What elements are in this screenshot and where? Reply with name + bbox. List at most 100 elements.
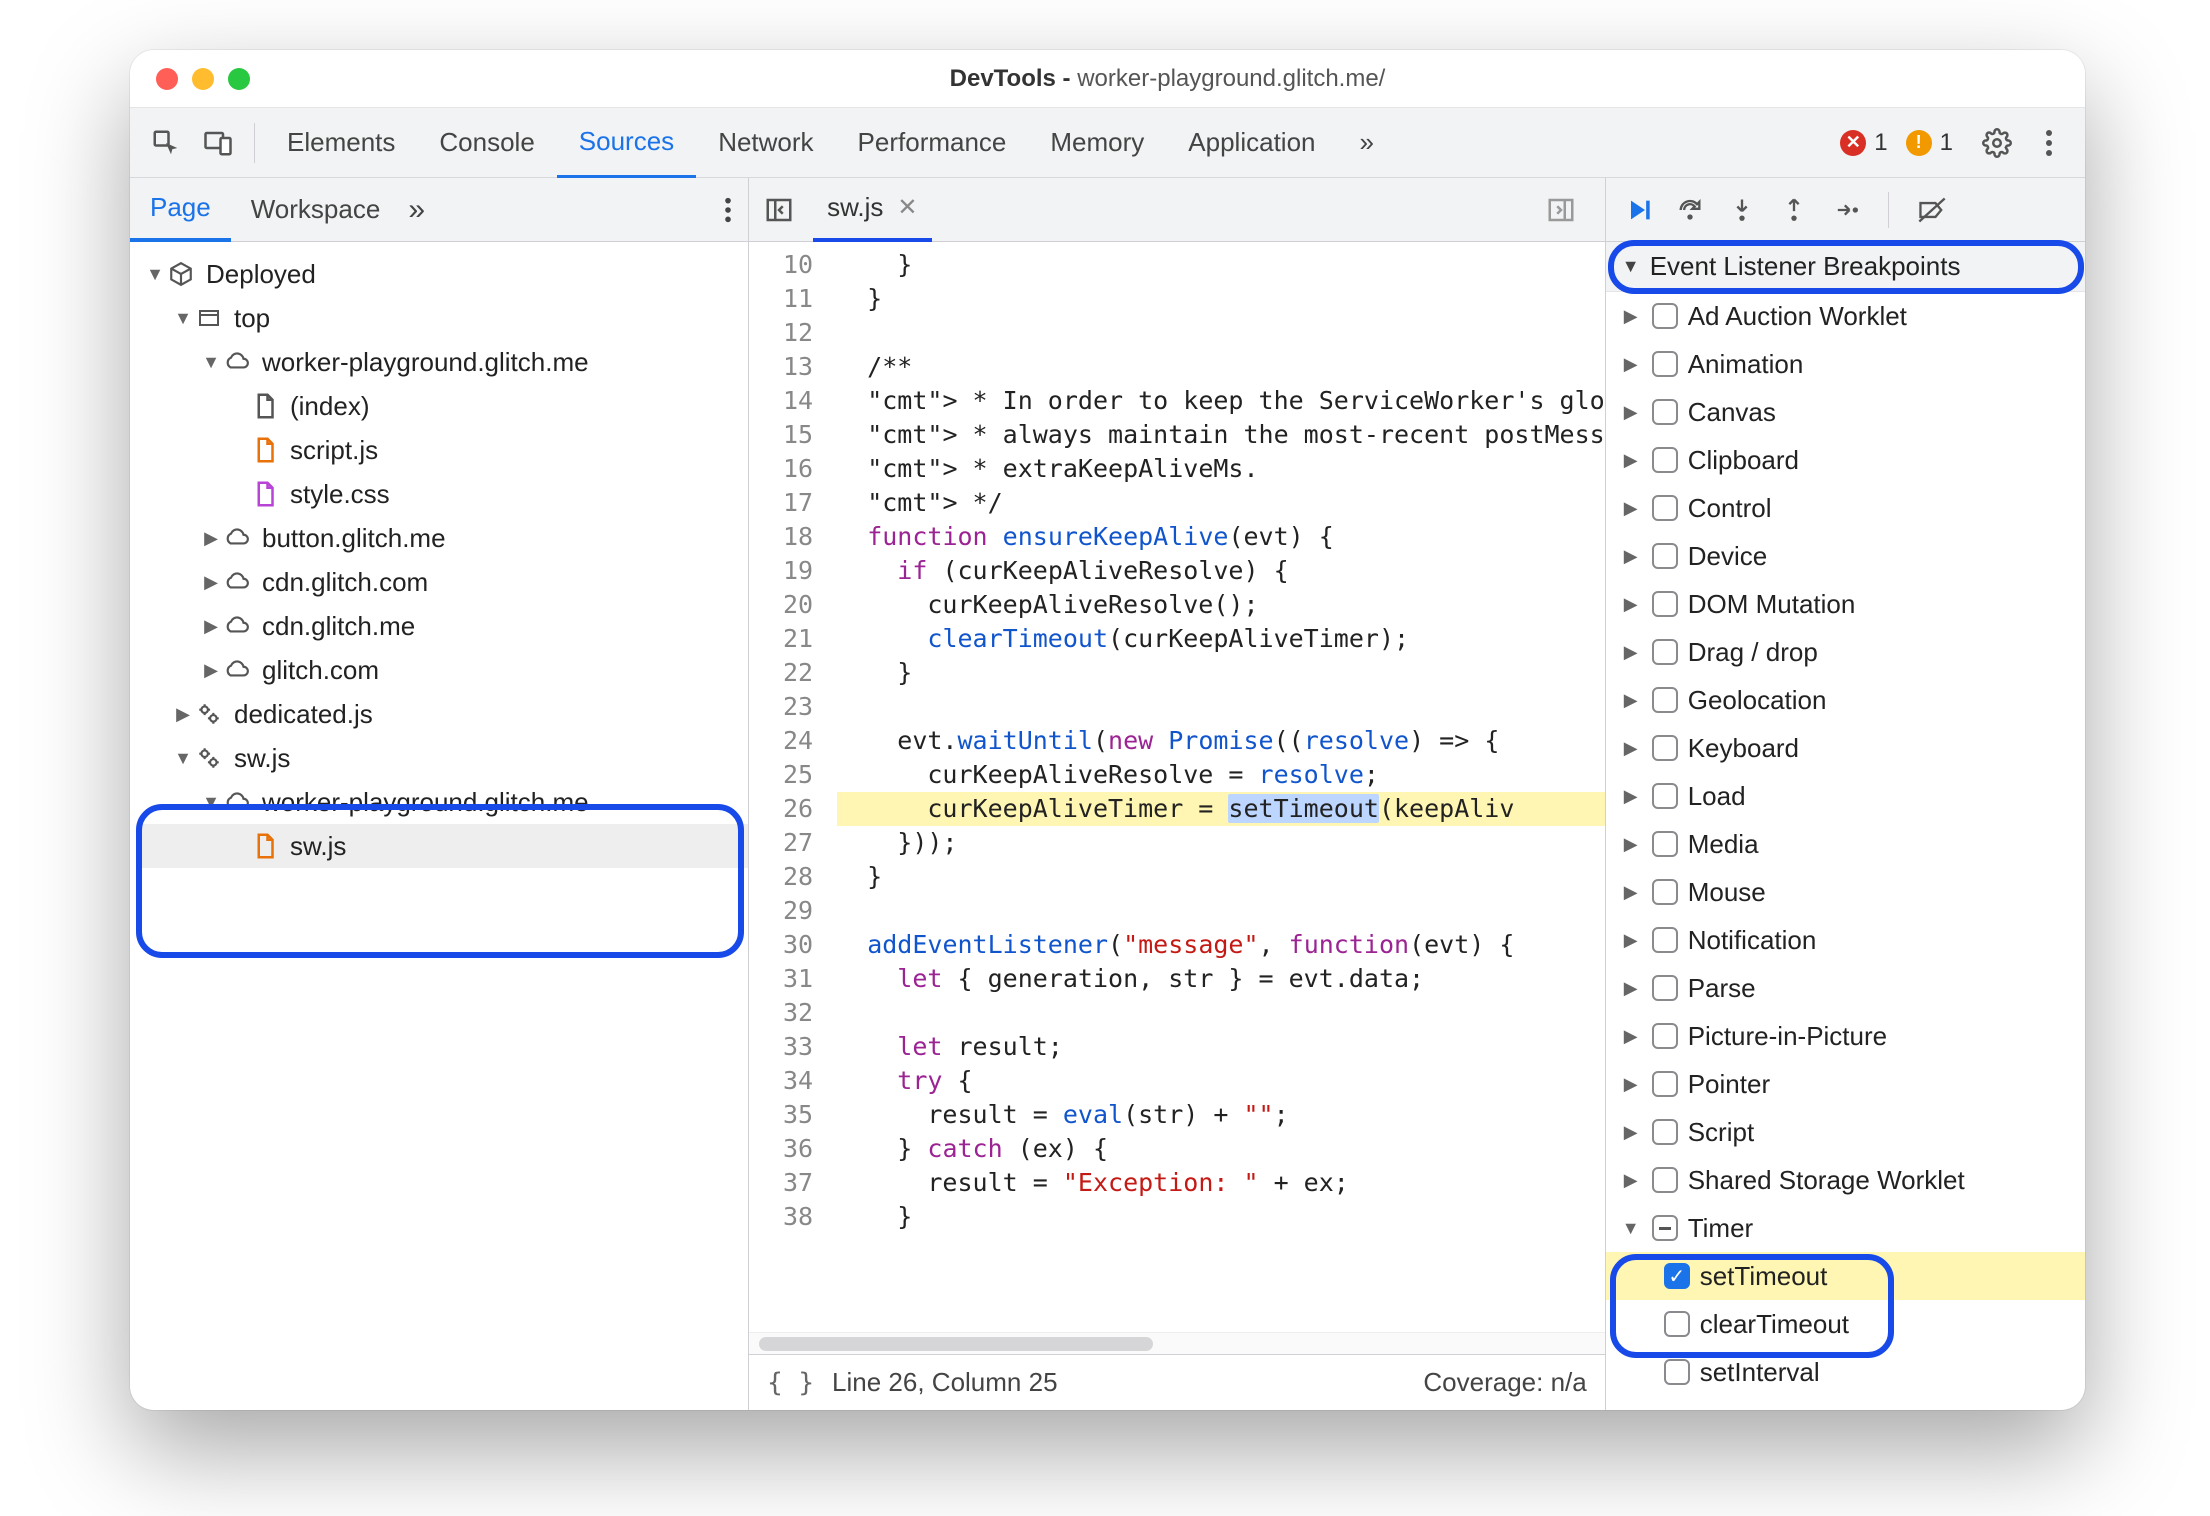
code-content[interactable]: } } /** "cmt"> * In order to keep the Se…	[827, 242, 1605, 1332]
navigator-menu-icon[interactable]	[724, 196, 732, 224]
cloud-icon	[222, 347, 252, 377]
code-editor[interactable]: 1011121314151617181920212223242526272829…	[749, 242, 1605, 1332]
tree-sw-host[interactable]: ▼worker-playground.glitch.me	[138, 780, 748, 824]
main-toolbar: Elements Console Sources Network Perform…	[130, 108, 2085, 178]
js-file-icon	[250, 831, 280, 861]
bp-category[interactable]: ▶Mouse	[1606, 868, 2085, 916]
line-gutter: 1011121314151617181920212223242526272829…	[749, 242, 827, 1332]
bp-category[interactable]: ▶Canvas	[1606, 388, 2085, 436]
js-file-icon	[250, 435, 280, 465]
tab-sources[interactable]: Sources	[557, 109, 696, 179]
bp-category[interactable]: ▶Shared Storage Worklet	[1606, 1156, 2085, 1204]
bp-category[interactable]: ▶Ad Auction Worklet	[1606, 292, 2085, 340]
editor-pane: sw.js✕ 101112131415161718192021222324252…	[749, 178, 1606, 1410]
bp-category[interactable]: ▶Keyboard	[1606, 724, 2085, 772]
cloud-icon	[222, 655, 252, 685]
bp-category[interactable]: ▶Media	[1606, 820, 2085, 868]
subtab-page[interactable]: Page	[130, 178, 231, 242]
pretty-print-icon[interactable]: { }	[767, 1368, 814, 1398]
file-tabs: sw.js✕	[749, 178, 1605, 242]
debugger-pane: ▼Event Listener Breakpoints ▶Ad Auction …	[1606, 178, 2085, 1410]
tab-console[interactable]: Console	[417, 108, 556, 178]
event-listener-breakpoints-header[interactable]: ▼Event Listener Breakpoints	[1606, 242, 2085, 292]
close-tab-icon[interactable]: ✕	[897, 193, 917, 222]
bp-category[interactable]: ▶Parse	[1606, 964, 2085, 1012]
tab-network[interactable]: Network	[696, 108, 835, 178]
devtools-window: DevTools - worker-playground.glitch.me/ …	[130, 50, 2085, 1410]
inspect-element-icon[interactable]	[144, 121, 188, 165]
step-icon[interactable]	[1832, 196, 1860, 224]
bp-category[interactable]: ▶Control	[1606, 484, 2085, 532]
tree-button-glitch[interactable]: ▶button.glitch.me	[138, 516, 748, 560]
tabs-overflow[interactable]: »	[1338, 108, 1396, 178]
gears-icon	[194, 743, 224, 773]
bp-category[interactable]: ▶Device	[1606, 532, 2085, 580]
minimize-window-icon[interactable]	[192, 68, 214, 90]
subtabs-overflow[interactable]: »	[408, 193, 425, 227]
step-into-icon[interactable]	[1728, 196, 1756, 224]
device-toolbar-icon[interactable]	[196, 121, 240, 165]
navigator-pane: Page Workspace » ▼Deployed ▼top ▼worker-…	[130, 178, 749, 1410]
tree-dedicated[interactable]: ▶dedicated.js	[138, 692, 748, 736]
tree-cdn-me[interactable]: ▶cdn.glitch.me	[138, 604, 748, 648]
warning-badge[interactable]: !1	[1906, 129, 1953, 157]
error-badge[interactable]: ✕1	[1840, 129, 1887, 157]
navigator-tabs: Page Workspace »	[130, 178, 748, 242]
close-window-icon[interactable]	[156, 68, 178, 90]
title-host: worker-playground.glitch.me/	[1077, 65, 1385, 92]
tab-performance[interactable]: Performance	[836, 108, 1029, 178]
bp-category[interactable]: ▶Drag / drop	[1606, 628, 2085, 676]
bp-category[interactable]: ▶Picture-in-Picture	[1606, 1012, 2085, 1060]
window-controls	[130, 68, 250, 90]
tree-index[interactable]: (index)	[138, 384, 748, 428]
tree-deployed[interactable]: ▼Deployed	[138, 252, 748, 296]
step-over-icon[interactable]	[1676, 196, 1704, 224]
tab-application[interactable]: Application	[1166, 108, 1337, 178]
kebab-menu-icon[interactable]	[2027, 121, 2071, 165]
tree-sw-group[interactable]: ▼sw.js	[138, 736, 748, 780]
bp-category[interactable]: ▶Animation	[1606, 340, 2085, 388]
bp-item[interactable]: clearTimeout	[1606, 1300, 2085, 1348]
tree-cdn-com[interactable]: ▶cdn.glitch.com	[138, 560, 748, 604]
file-tab-swjs[interactable]: sw.js✕	[813, 178, 931, 242]
warn-count: 1	[1940, 129, 1953, 157]
tab-elements[interactable]: Elements	[265, 108, 417, 178]
tree-sw-file[interactable]: sw.js	[138, 824, 748, 868]
toggle-navigator-icon[interactable]	[759, 190, 799, 230]
tree-glitch-com[interactable]: ▶glitch.com	[138, 648, 748, 692]
debugger-controls	[1606, 178, 2085, 242]
step-out-icon[interactable]	[1780, 196, 1808, 224]
bp-category-timer[interactable]: ▼Timer	[1606, 1204, 2085, 1252]
bp-item[interactable]: setInterval	[1606, 1348, 2085, 1396]
bp-category[interactable]: ▶Geolocation	[1606, 676, 2085, 724]
tree-scriptjs[interactable]: script.js	[138, 428, 748, 472]
deactivate-breakpoints-icon[interactable]	[1917, 196, 1947, 224]
bp-item[interactable]: ✓setTimeout	[1606, 1252, 2085, 1300]
tree-host[interactable]: ▼worker-playground.glitch.me	[138, 340, 748, 384]
bp-category[interactable]: ▶Pointer	[1606, 1060, 2085, 1108]
bp-category[interactable]: ▶Clipboard	[1606, 436, 2085, 484]
frame-icon	[194, 303, 224, 333]
bp-category[interactable]: ▶DOM Mutation	[1606, 580, 2085, 628]
zoom-window-icon[interactable]	[228, 68, 250, 90]
resume-icon[interactable]	[1624, 196, 1652, 224]
bp-category[interactable]: ▶Script	[1606, 1108, 2085, 1156]
tree-top[interactable]: ▼top	[138, 296, 748, 340]
coverage-status: Coverage: n/a	[1423, 1367, 1586, 1398]
titlebar: DevTools - worker-playground.glitch.me/	[130, 50, 2085, 108]
horizontal-scrollbar[interactable]	[749, 1332, 1605, 1354]
subtab-workspace[interactable]: Workspace	[231, 178, 401, 242]
cube-icon	[166, 259, 196, 289]
tab-memory[interactable]: Memory	[1028, 108, 1166, 178]
cloud-icon	[222, 523, 252, 553]
toggle-debugger-icon[interactable]	[1541, 190, 1581, 230]
window-title: DevTools - worker-playground.glitch.me/	[250, 65, 2085, 93]
bp-category[interactable]: ▶Notification	[1606, 916, 2085, 964]
title-prefix: DevTools -	[950, 65, 1078, 92]
cloud-icon	[222, 611, 252, 641]
settings-icon[interactable]	[1975, 121, 2019, 165]
tree-stylecss[interactable]: style.css	[138, 472, 748, 516]
file-tree: ▼Deployed ▼top ▼worker-playground.glitch…	[130, 242, 748, 1410]
document-icon	[250, 391, 280, 421]
bp-category[interactable]: ▶Load	[1606, 772, 2085, 820]
